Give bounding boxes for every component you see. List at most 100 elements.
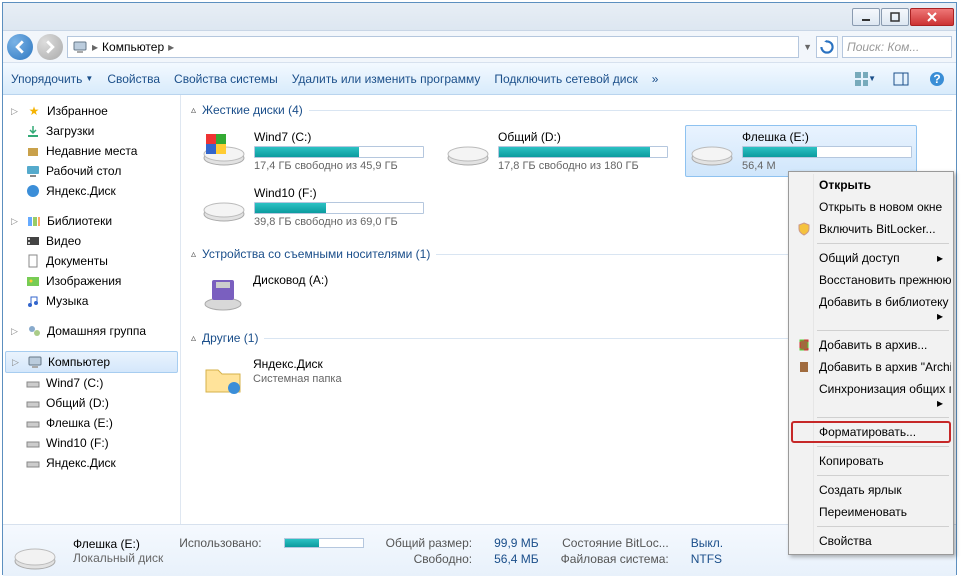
status-bitlocker-value: Выкл.: [691, 536, 723, 550]
folder-yandex-disk[interactable]: Яндекс.Диск Системная папка: [197, 353, 429, 401]
sidebar-item-documents[interactable]: Документы: [5, 251, 178, 271]
archive-icon: [795, 336, 813, 354]
ctx-create-shortcut[interactable]: Создать ярлык: [791, 479, 951, 501]
organize-menu[interactable]: Упорядочить▼: [11, 72, 93, 86]
ctx-add-archive-named[interactable]: Добавить в архив "Archiv: [791, 356, 951, 378]
pictures-icon: [25, 273, 41, 289]
desktop-icon: [25, 163, 41, 179]
help-button[interactable]: ?: [926, 68, 948, 90]
status-used-label: Использовано:: [179, 536, 261, 550]
sidebar-homegroup[interactable]: ▷Домашняя группа: [5, 321, 178, 341]
titlebar: [3, 3, 956, 31]
drive-icon: [25, 435, 41, 451]
video-icon: [25, 233, 41, 249]
status-used-value: [284, 536, 364, 550]
status-total-value: 99,9 МБ: [494, 536, 539, 550]
ctx-add-archive[interactable]: Добавить в архив...: [791, 334, 951, 356]
sidebar-item-pictures[interactable]: Изображения: [5, 271, 178, 291]
drive-label: Общий (D:): [498, 130, 668, 144]
archive-icon: [795, 358, 813, 376]
ctx-bitlocker[interactable]: Включить BitLocker...: [791, 218, 951, 240]
ctx-format[interactable]: Форматировать...: [791, 421, 951, 443]
chevron-right-icon: ▸: [168, 40, 174, 54]
map-drive-button[interactable]: Подключить сетевой диск: [494, 72, 637, 86]
close-button[interactable]: [910, 8, 954, 26]
ctx-restore[interactable]: Восстановить прежнюю...: [791, 269, 951, 291]
yandex-icon: [25, 183, 41, 199]
address-bar[interactable]: ▸ Компьютер ▸: [67, 36, 799, 58]
system-properties-button[interactable]: Свойства системы: [174, 72, 278, 86]
drive-icon: [25, 415, 41, 431]
group-hard-drives[interactable]: ▵Жесткие диски (4): [191, 103, 952, 117]
context-menu: Открыть Открыть в новом окне Включить Bi…: [788, 171, 954, 555]
drive-label: Wind10 (F:): [254, 186, 424, 200]
hard-drive-icon: [446, 130, 490, 166]
ctx-add-library[interactable]: Добавить в библиотеку▸: [791, 291, 951, 327]
back-button[interactable]: [7, 34, 33, 60]
status-fs-value: NTFS: [691, 552, 723, 566]
drive-floppy[interactable]: Дисковод (A:): [197, 269, 429, 317]
sidebar-libraries[interactable]: ▷Библиотеки: [5, 211, 178, 231]
ctx-open-new-window[interactable]: Открыть в новом окне: [791, 196, 951, 218]
folder-sublabel: Системная папка: [253, 373, 342, 385]
ctx-properties[interactable]: Свойства: [791, 530, 951, 552]
address-dropdown[interactable]: ▼: [803, 42, 812, 52]
view-menu[interactable]: ▼: [854, 68, 876, 90]
sidebar-item-drive-e[interactable]: Флешка (E:): [5, 413, 178, 433]
hard-drive-icon: [690, 130, 734, 166]
drive-item[interactable]: Wind10 (F:) 39,8 ГБ свободно из 69,0 ГБ: [197, 181, 429, 233]
sidebar-item-recent[interactable]: Недавние места: [5, 141, 178, 161]
drive-item[interactable]: Wind7 (C:)17,4 ГБ свободно из 45,9 ГБ: [197, 125, 429, 177]
sidebar-computer[interactable]: ▷Компьютер: [5, 351, 178, 373]
music-icon: [25, 293, 41, 309]
status-subtitle: Локальный диск: [73, 551, 163, 565]
computer-icon: [27, 354, 43, 370]
computer-icon: [72, 39, 88, 55]
sidebar-item-yandex[interactable]: Яндекс.Диск: [5, 181, 178, 201]
drive-free-text: 39,8 ГБ свободно из 69,0 ГБ: [254, 216, 424, 228]
downloads-icon: [25, 123, 41, 139]
toolbar: Упорядочить▼ Свойства Свойства системы У…: [3, 63, 956, 95]
sidebar-favorites[interactable]: ▷★Избранное: [5, 101, 178, 121]
toolbar-overflow[interactable]: »: [652, 72, 659, 86]
ctx-open[interactable]: Открыть: [791, 174, 951, 196]
status-total-label: Общий размер:: [386, 536, 472, 550]
drive-label: Дисковод (A:): [253, 273, 328, 287]
forward-button[interactable]: [37, 34, 63, 60]
sidebar-item-desktop[interactable]: Рабочий стол: [5, 161, 178, 181]
ctx-sync[interactable]: Синхронизация общих п▸: [791, 378, 951, 414]
status-fs-label: Файловая система:: [561, 552, 669, 566]
preview-pane-button[interactable]: [890, 68, 912, 90]
sidebar-item-yandex-drive[interactable]: Яндекс.Диск: [5, 453, 178, 473]
folder-label: Яндекс.Диск: [253, 357, 342, 371]
ctx-rename[interactable]: Переименовать: [791, 501, 951, 523]
sidebar-item-music[interactable]: Музыка: [5, 291, 178, 311]
breadcrumb-root[interactable]: Компьютер: [102, 40, 164, 54]
status-free-label: Свободно:: [386, 552, 472, 566]
folder-icon: [201, 357, 245, 397]
properties-button[interactable]: Свойства: [107, 72, 160, 86]
drive-item[interactable]: Флешка (E:)56,4 М: [685, 125, 917, 177]
chevron-right-icon: ▸: [92, 40, 98, 54]
status-bitlocker-label: Состояние BitLoc...: [561, 536, 669, 550]
capacity-bar: [742, 146, 912, 158]
sidebar-item-drive-c[interactable]: Wind7 (C:): [5, 373, 178, 393]
sidebar-item-downloads[interactable]: Загрузки: [5, 121, 178, 141]
sidebar-item-drive-d[interactable]: Общий (D:): [5, 393, 178, 413]
drive-free-text: 17,8 ГБ свободно из 180 ГБ: [498, 160, 668, 172]
maximize-button[interactable]: [881, 8, 909, 26]
ctx-share[interactable]: Общий доступ▸: [791, 247, 951, 269]
capacity-bar: [498, 146, 668, 158]
search-input[interactable]: Поиск: Ком...: [842, 36, 952, 58]
drive-item[interactable]: Общий (D:) 17,8 ГБ свободно из 180 ГБ: [441, 125, 673, 177]
drive-label: Wind7 (C:): [254, 130, 424, 144]
drive-icon: [13, 531, 57, 571]
refresh-button[interactable]: [816, 36, 838, 58]
ctx-copy[interactable]: Копировать: [791, 450, 951, 472]
nav-bar: ▸ Компьютер ▸ ▼ Поиск: Ком...: [3, 31, 956, 63]
uninstall-program-button[interactable]: Удалить или изменить программу: [292, 72, 481, 86]
minimize-button[interactable]: [852, 8, 880, 26]
sidebar-item-drive-f[interactable]: Wind10 (F:): [5, 433, 178, 453]
sidebar-item-videos[interactable]: Видео: [5, 231, 178, 251]
capacity-bar: [254, 146, 424, 158]
